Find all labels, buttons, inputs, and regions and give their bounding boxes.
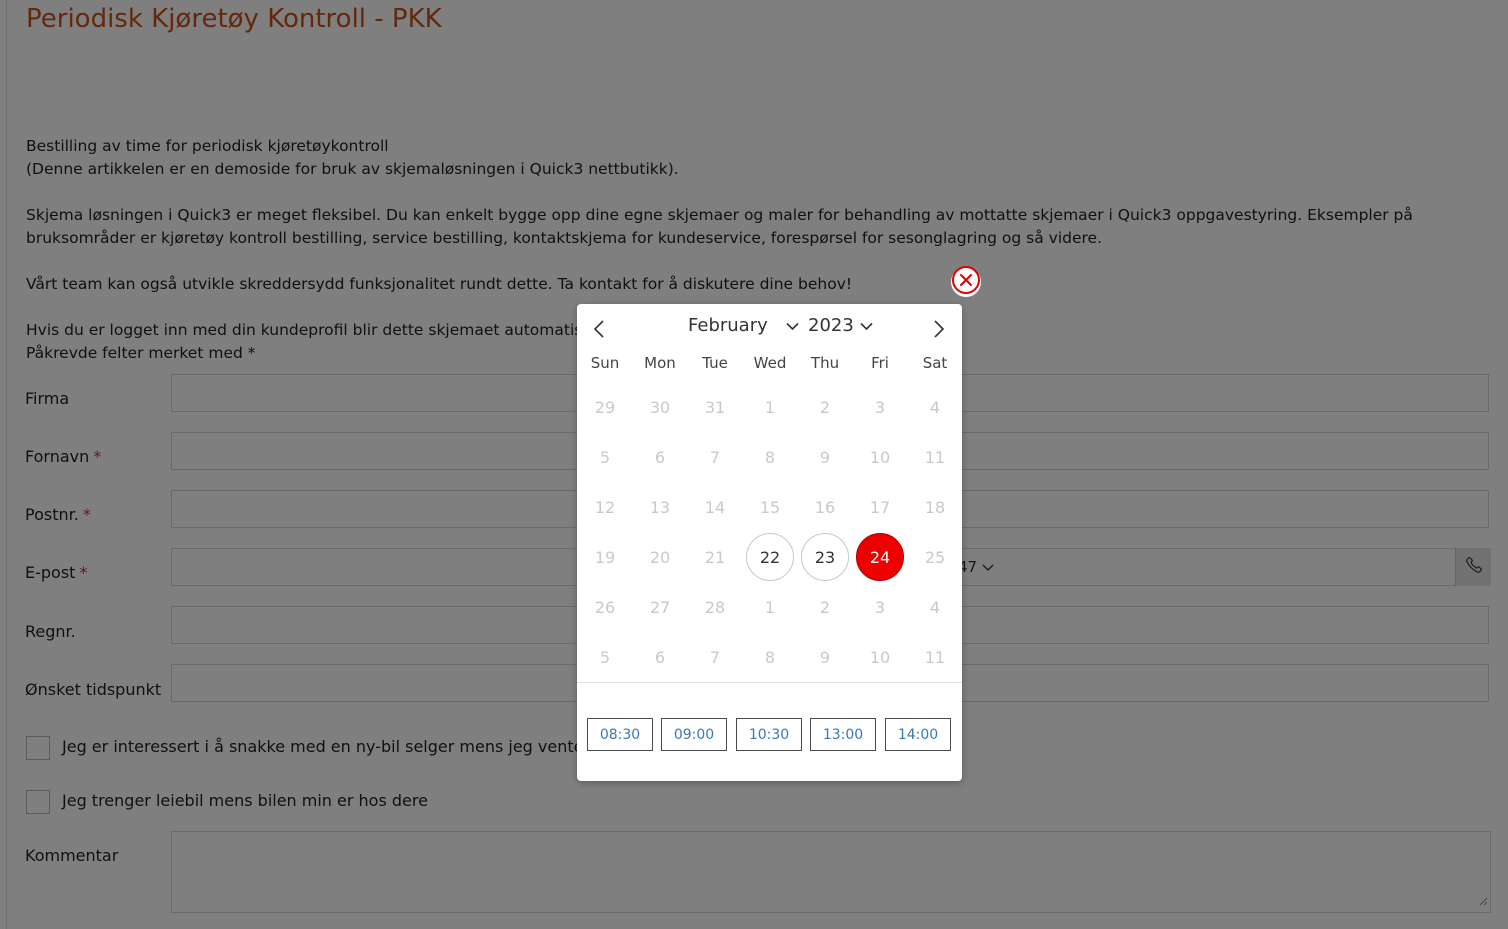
calendar-day-disabled: 1	[764, 397, 776, 417]
calendar-day-disabled: 2	[819, 597, 831, 617]
calendar-day-disabled: 18	[924, 497, 946, 517]
calendar-day-disabled: 8	[764, 647, 776, 667]
calendar-day-disabled: 2	[819, 397, 831, 417]
weekday-header: Sun Mon Tue Wed Thu Fri Sat	[577, 354, 962, 374]
close-button[interactable]	[951, 265, 981, 299]
calendar-day-disabled: 9	[819, 647, 831, 667]
calendar-day-disabled: 3	[874, 397, 886, 417]
next-month-button[interactable]	[931, 318, 947, 340]
chevron-down-icon	[786, 315, 799, 336]
calendar-day-disabled: 26	[594, 597, 616, 617]
calendar-divider	[577, 682, 962, 683]
weekday-label: Fri	[871, 354, 889, 372]
calendar-day-disabled: 8	[764, 447, 776, 467]
calendar-day-disabled: 10	[869, 447, 891, 467]
calendar-day-disabled: 17	[869, 497, 891, 517]
calendar-day-disabled: 1	[764, 597, 776, 617]
calendar-day-disabled: 7	[709, 647, 721, 667]
time-slots: 08:30 09:00 10:30 13:00 14:00	[587, 718, 952, 751]
time-slot-button[interactable]: 13:00	[810, 718, 876, 751]
month-label: February	[688, 315, 768, 336]
close-circle-icon	[951, 265, 981, 299]
date-picker: February 2023 Sun Mon Tue Wed Thu Fri Sa…	[577, 304, 962, 781]
calendar-day-selected[interactable]: 24	[856, 533, 904, 581]
calendar-day-disabled: 7	[709, 447, 721, 467]
weekday-label: Tue	[702, 354, 728, 372]
calendar-day-disabled: 5	[599, 647, 611, 667]
calendar-day-available[interactable]: 23	[801, 533, 849, 581]
calendar-day-disabled: 6	[654, 647, 666, 667]
calendar-day-disabled: 20	[649, 547, 671, 567]
calendar-day-disabled: 16	[814, 497, 836, 517]
weekday-label: Sun	[590, 354, 620, 372]
calendar-day-disabled: 9	[819, 447, 831, 467]
weekday-label: Wed	[753, 354, 787, 372]
calendar-day-disabled: 31	[704, 397, 726, 417]
calendar-day-disabled: 4	[929, 397, 941, 417]
calendar-day-disabled: 27	[649, 597, 671, 617]
calendar-day-disabled: 4	[929, 597, 941, 617]
calendar-day-disabled: 6	[654, 447, 666, 467]
calendar-day-disabled: 10	[869, 647, 891, 667]
calendar-day-disabled: 3	[874, 597, 886, 617]
chevron-down-icon	[860, 315, 873, 336]
calendar-day-disabled: 13	[649, 497, 671, 517]
time-slot-button[interactable]: 08:30	[587, 718, 653, 751]
time-slot-button[interactable]: 10:30	[736, 718, 802, 751]
time-slot-button[interactable]: 09:00	[661, 718, 727, 751]
calendar-day-disabled: 19	[594, 547, 616, 567]
calendar-day-disabled: 12	[594, 497, 616, 517]
prev-month-button[interactable]	[591, 318, 607, 340]
calendar-day-disabled: 11	[924, 447, 946, 467]
chevron-right-icon	[931, 320, 947, 344]
chevron-left-icon	[591, 320, 607, 344]
time-slot-button[interactable]: 14:00	[885, 718, 951, 751]
calendar-day-disabled: 5	[599, 447, 611, 467]
calendar-day-disabled: 21	[704, 547, 726, 567]
calendar-day-disabled: 30	[649, 397, 671, 417]
weekday-label: Sat	[922, 354, 948, 372]
calendar-day-disabled: 14	[704, 497, 726, 517]
calendar-day-disabled: 29	[594, 397, 616, 417]
calendar-day-available[interactable]: 22	[746, 533, 794, 581]
calendar-day-disabled: 28	[704, 597, 726, 617]
calendar-day-disabled: 25	[924, 547, 946, 567]
calendar-day-disabled: 15	[759, 497, 781, 517]
calendar-day-disabled: 11	[924, 647, 946, 667]
year-select[interactable]: 2023	[808, 315, 873, 336]
weekday-label: Thu	[810, 354, 840, 372]
year-label: 2023	[808, 315, 854, 336]
month-select[interactable]: February	[688, 315, 799, 336]
weekday-label: Mon	[644, 354, 676, 372]
